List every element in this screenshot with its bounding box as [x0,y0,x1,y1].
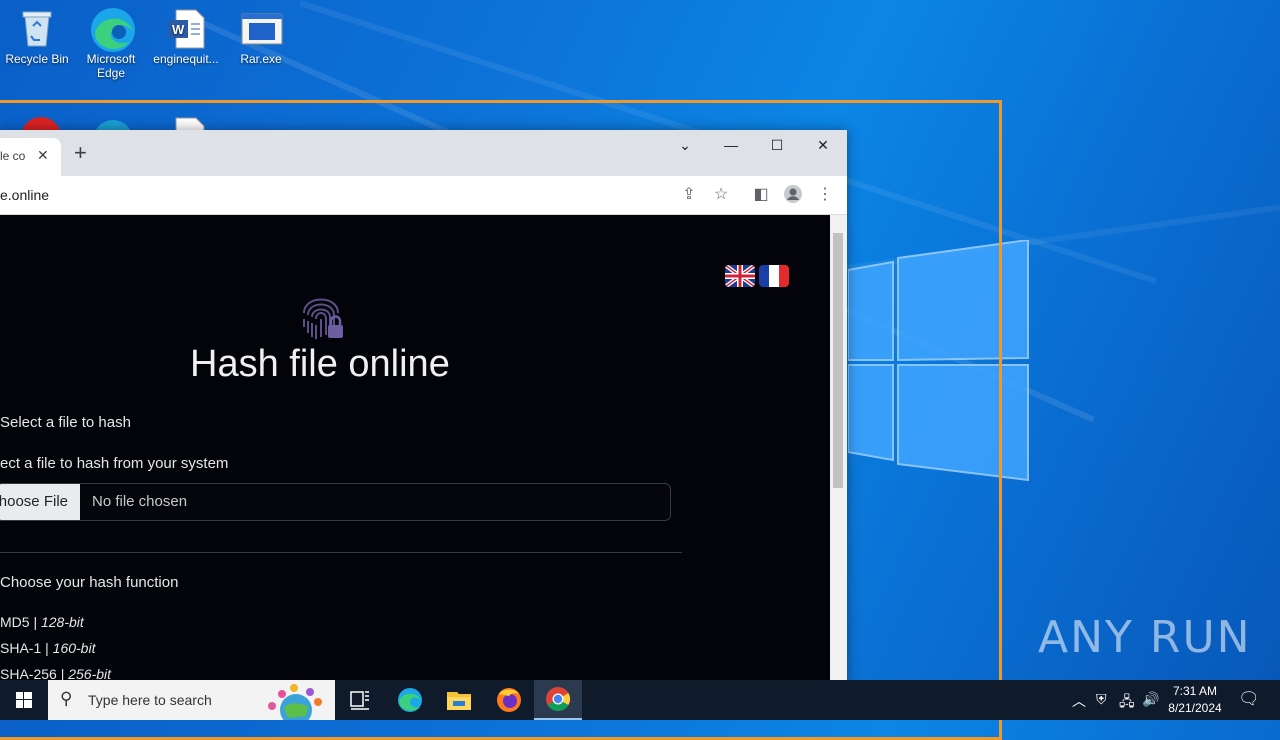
maximize-button[interactable]: ☐ [754,130,800,160]
search-icon: ⚲ [60,689,73,708]
tray-security-icon[interactable]: ⛨ [1096,691,1107,708]
desktop-icon-label: Microsoft Edge [86,52,136,80]
flag-fr-icon[interactable] [759,265,789,287]
menu-kebab-icon[interactable]: ⋮ [814,184,836,206]
taskbar-search-box[interactable]: ⚲ Type here to search [48,680,335,720]
page-content: Hash file online Select a file to hash e… [0,215,830,690]
page-scrollbar[interactable] [830,215,847,690]
clock-date: 8/21/2024 [1168,701,1222,715]
desktop-icon-edge[interactable]: Microsoft Edge [75,0,147,80]
exe-icon [239,6,283,50]
file-input-label: ect a file to hash from your system [0,455,229,472]
section-divider [0,552,682,553]
volume-icon[interactable]: 🔊 [1142,691,1159,708]
file-explorer-icon[interactable] [435,680,483,720]
close-window-button[interactable]: ✕ [800,130,846,160]
desktop-icon-label: enginequit... [153,52,219,66]
hash-function-heading: Choose your hash function [0,574,179,591]
minimize-button[interactable]: — [708,130,754,160]
network-icon[interactable]: 🖧 [1119,691,1135,715]
choose-file-button[interactable]: hoose File [0,484,80,520]
tab-search-dropdown-icon[interactable]: ⌄ [662,130,708,160]
desktop-icon-label: Recycle Bin [5,52,69,66]
file-input[interactable]: hoose File No file chosen [0,483,671,521]
hash-option-sha1[interactable]: SHA-1 | 160-bit [0,640,95,656]
bookmark-star-icon[interactable]: ☆ [710,184,732,206]
taskbar-edge-icon[interactable] [386,680,434,720]
file-status-text: No file chosen [92,493,188,510]
clock-time: 7:31 AM [1172,684,1218,698]
anyrun-watermark: ANY RUN [1038,612,1252,663]
notification-center-icon[interactable]: 🗨 [1238,689,1260,709]
browser-tab[interactable]: le co ✕ [0,138,61,176]
search-highlight-illustration [268,684,322,720]
recycle-bin-icon [15,6,59,50]
select-file-heading: Select a file to hash [0,414,131,431]
word-doc-icon: W [164,6,208,50]
browser-toolbar: e.online ⇪ ☆ ◧ ⋮ [0,176,847,215]
desktop-icon-recycle-bin[interactable]: Recycle Bin [1,0,73,66]
taskbar: ⚲ Type here to search ︿ ⛨ 🖧 🔊 7:31 AM 8/… [0,680,1280,720]
fingerprint-lock-icon [298,291,346,348]
hash-option-md5[interactable]: MD5 | 128-bit [0,614,84,630]
profile-avatar-icon[interactable] [782,184,804,206]
taskbar-clock[interactable]: 7:31 AM 8/21/2024 [1162,683,1228,717]
address-bar[interactable]: e.online [0,187,49,203]
share-icon[interactable]: ⇪ [678,184,700,206]
chrome-taskbar-icon[interactable] [534,680,582,720]
tab-title: le co [0,149,26,163]
desktop-icon-rar-exe[interactable]: Rar.exe [225,0,297,66]
tab-strip: le co ✕ + ⌄ — ☐ ✕ [0,130,847,176]
edge-icon [89,6,135,52]
task-view-icon[interactable] [336,680,384,720]
page-title: Hash file online [190,343,450,385]
scrollbar-thumb[interactable] [833,233,843,488]
firefox-icon[interactable] [485,680,533,720]
tab-close-icon[interactable]: ✕ [37,147,49,164]
start-button[interactable] [0,680,48,720]
desktop-icon-word-doc[interactable]: W enginequit... [150,0,222,66]
side-panel-icon[interactable]: ◧ [750,184,772,206]
browser-window[interactable]: le co ✕ + ⌄ — ☐ ✕ e.online ⇪ ☆ ◧ ⋮ Hash … [0,130,847,690]
flag-uk-icon[interactable] [725,265,755,287]
tray-overflow-chevron-icon[interactable]: ︿ [1072,691,1086,711]
search-placeholder: Type here to search [88,692,212,708]
desktop-icon-label: Rar.exe [240,52,282,66]
language-switcher [725,265,793,287]
svg-text:W: W [172,22,185,37]
new-tab-button[interactable]: + [74,142,87,164]
